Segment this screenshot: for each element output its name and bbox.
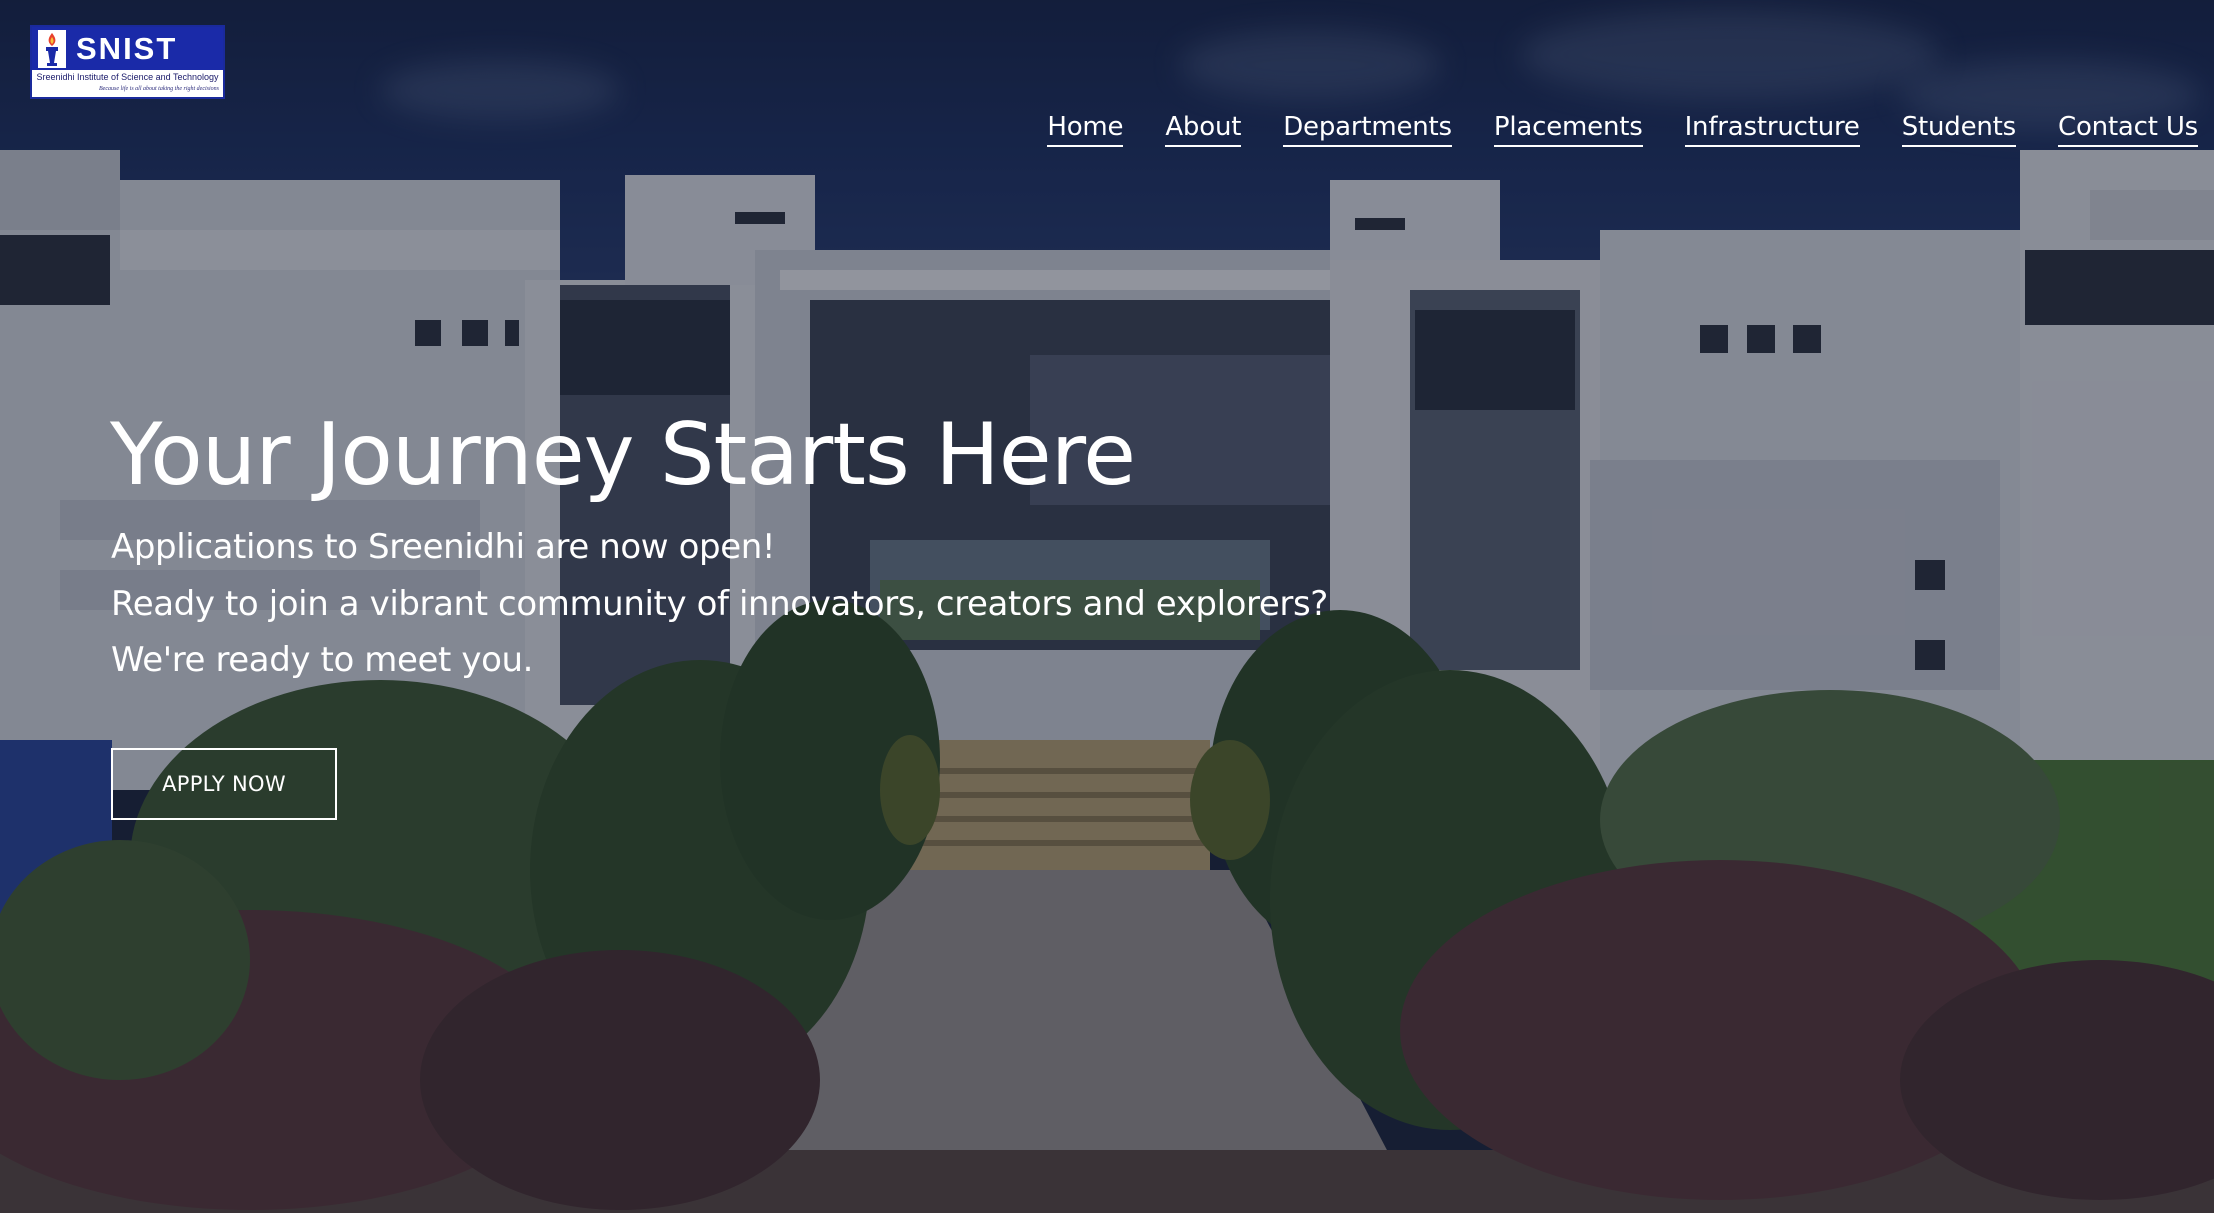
logo-banner: SNIST bbox=[32, 27, 223, 70]
logo-wordmark: SNIST bbox=[76, 31, 178, 66]
nav-departments[interactable]: Departments bbox=[1283, 112, 1452, 147]
nav-infrastructure[interactable]: Infrastructure bbox=[1684, 112, 1860, 147]
nav-placements[interactable]: Placements bbox=[1493, 112, 1643, 147]
logo-tagline: Because life is all about taking the rig… bbox=[99, 86, 219, 92]
hero-line-applications-open: Applications to Sreenidhi are now open! bbox=[111, 527, 776, 567]
hero-title: Your Journey Starts Here bbox=[110, 405, 1136, 505]
nav-students[interactable]: Students bbox=[1901, 112, 2016, 147]
logo-institute-name: Sreenidhi Institute of Science and Techn… bbox=[36, 72, 219, 82]
nav-about[interactable]: About bbox=[1165, 112, 1241, 147]
hero-line-ready-to-meet: We're ready to meet you. bbox=[111, 640, 534, 680]
nav-home[interactable]: Home bbox=[1047, 112, 1124, 147]
main-nav: Home About Departments Placements Infras… bbox=[1005, 112, 2198, 147]
hero-line-join-community: Ready to join a vibrant community of inn… bbox=[111, 584, 1328, 624]
torch-icon bbox=[38, 30, 66, 68]
site-logo[interactable]: SNIST Sreenidhi Institute of Science and… bbox=[30, 25, 225, 99]
apply-now-button[interactable]: APPLY NOW bbox=[111, 748, 337, 820]
nav-contact-us[interactable]: Contact Us bbox=[2058, 112, 2198, 147]
